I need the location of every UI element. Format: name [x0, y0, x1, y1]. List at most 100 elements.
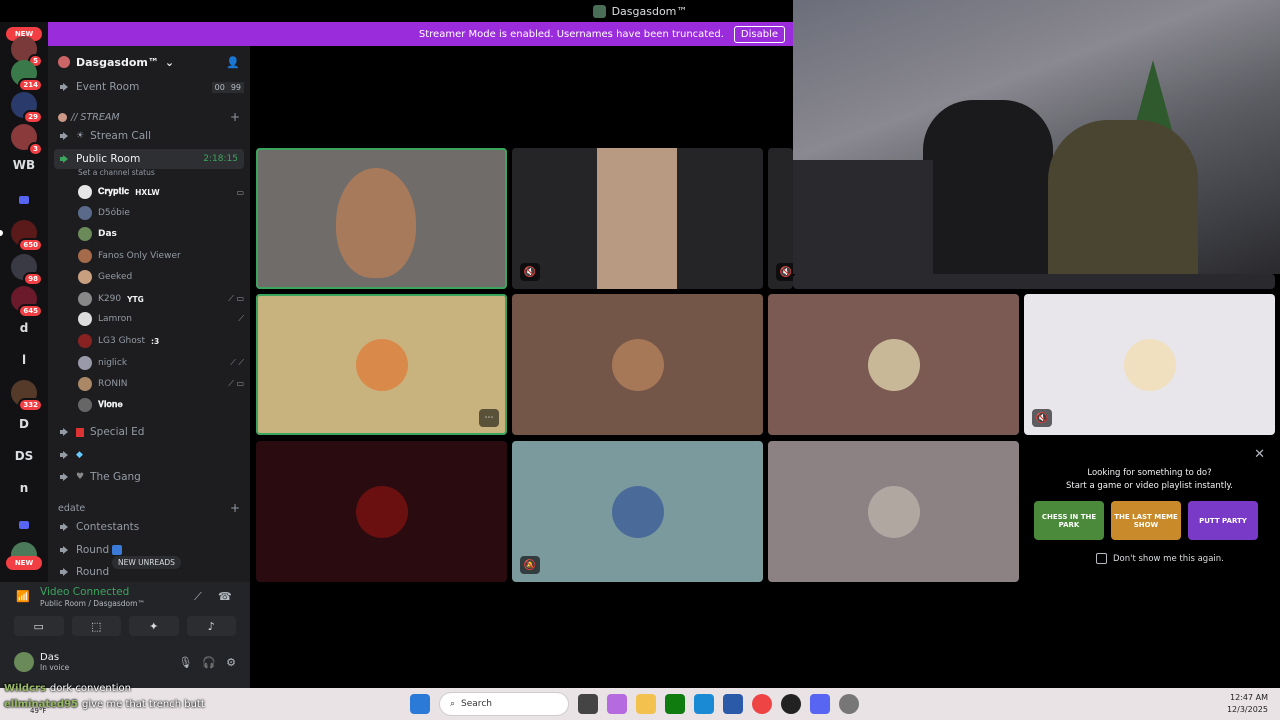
- avatar: [611, 338, 664, 391]
- channel-stream-call[interactable]: ☀ Stream Call: [54, 126, 244, 146]
- voice-member[interactable]: 𝐂𝐫𝐲𝐩𝐭𝐢𝐜 HXLW ▭: [78, 182, 244, 202]
- windows-start-icon[interactable]: [410, 694, 430, 714]
- voice-member[interactable]: Fanos Only Viewer: [78, 246, 244, 266]
- channel-public-room[interactable]: Public Room 2:18:15: [54, 149, 244, 169]
- channel-contestants[interactable]: Contestants: [54, 517, 244, 537]
- video-tile-camera-2[interactable]: 🔇: [512, 148, 763, 289]
- server-icon-6[interactable]: 98: [11, 254, 43, 286]
- participant-tile-4[interactable]: 🔇: [1024, 294, 1275, 435]
- noise-suppression-icon[interactable]: ⟋: [194, 590, 202, 604]
- folder-icon[interactable]: [11, 187, 37, 213]
- close-icon[interactable]: ✕: [1254, 447, 1265, 462]
- member-name: RONIN: [98, 379, 128, 389]
- guild-header[interactable]: Dasgasdom™ ⌄ 👤: [48, 46, 250, 78]
- edge-icon[interactable]: [694, 694, 714, 714]
- participant-tile-2[interactable]: [512, 294, 763, 435]
- participant-tile-7[interactable]: [768, 441, 1019, 582]
- add-channel-icon[interactable]: +: [230, 110, 240, 124]
- camera-off-icon[interactable]: ▭: [14, 616, 64, 636]
- voice-actions: ▭ ⬚ ✦ ♪: [14, 616, 236, 636]
- category-edate[interactable]: edate: [58, 503, 85, 514]
- member-status-icons: ⟋ ⟋: [230, 358, 244, 367]
- chrome-icon[interactable]: [752, 694, 772, 714]
- participant-tile-1[interactable]: ⋯: [256, 294, 507, 435]
- channel-special-ed[interactable]: Special Ed: [54, 422, 244, 442]
- discord-icon[interactable]: [810, 694, 830, 714]
- store-icon[interactable]: [723, 694, 743, 714]
- obs-icon[interactable]: [781, 694, 801, 714]
- soundboard-icon[interactable]: ♪: [186, 616, 236, 636]
- headphones-icon[interactable]: 🎧: [202, 656, 216, 669]
- copilot-icon[interactable]: [607, 694, 627, 714]
- settings-icon[interactable]: [839, 694, 859, 714]
- server-icon-1[interactable]: 5: [11, 36, 43, 68]
- server-l[interactable]: l: [11, 347, 37, 373]
- task-view-icon[interactable]: [578, 694, 598, 714]
- activity-chess[interactable]: CHESS IN THE PARK: [1034, 501, 1104, 540]
- voice-member[interactable]: Geeked: [78, 267, 244, 287]
- folder-icon[interactable]: [11, 512, 37, 538]
- signal-icon[interactable]: 📶: [16, 590, 30, 604]
- server-icon-7[interactable]: 645: [11, 286, 43, 318]
- channel-event-room[interactable]: Event Room 00 99: [54, 77, 244, 97]
- screen-share-icon[interactable]: ⬚: [71, 616, 121, 636]
- taskbar-search[interactable]: ⌕ Search: [439, 692, 569, 716]
- voice-status[interactable]: Video Connected: [40, 586, 129, 598]
- disable-streamer-mode-button[interactable]: Disable: [733, 25, 785, 43]
- member-status-icons: ⟋ ▭: [228, 379, 244, 388]
- voice-member[interactable]: Das: [78, 224, 244, 244]
- xbox-icon[interactable]: [665, 694, 685, 714]
- participant-tile-5[interactable]: [256, 441, 507, 582]
- voice-member[interactable]: RONIN ⟋ ▭: [78, 374, 244, 394]
- server-icon-5[interactable]: 650: [11, 220, 43, 252]
- server-d[interactable]: d: [11, 315, 37, 341]
- heart-icon: ♥: [76, 472, 85, 482]
- voice-member[interactable]: Lamron ⟋: [78, 309, 244, 329]
- file-explorer-icon[interactable]: [636, 694, 656, 714]
- new-unreads-pill[interactable]: NEW UNREADS: [112, 556, 181, 569]
- add-channel-icon[interactable]: +: [230, 501, 240, 515]
- disconnect-icon[interactable]: ☎: [218, 590, 232, 603]
- avatar: [78, 312, 92, 326]
- voice-channel-path[interactable]: Public Room / Dasgasdom™: [40, 599, 145, 608]
- server-icon-3[interactable]: 29: [11, 92, 43, 124]
- dont-show-again[interactable]: Don't show me this again.: [1096, 553, 1224, 564]
- server-badge: 214: [18, 78, 43, 92]
- activity-last-meme-show[interactable]: THE LAST MEME SHOW: [1111, 501, 1181, 540]
- server-icon-8[interactable]: 332: [11, 380, 43, 412]
- speaker-icon: [60, 545, 70, 555]
- new-pill-bottom[interactable]: NEW: [6, 556, 42, 570]
- server-ds[interactable]: DS: [11, 443, 37, 469]
- invite-icon[interactable]: 👤: [226, 56, 240, 69]
- activity-putt-party[interactable]: PUTT PARTY: [1188, 501, 1258, 540]
- server-wb[interactable]: WB: [11, 152, 37, 178]
- channel-gem[interactable]: ◆: [54, 445, 244, 465]
- category-stream[interactable]: // STREAM: [58, 112, 120, 123]
- checkbox[interactable]: [1096, 553, 1107, 564]
- video-tile-camera-1[interactable]: [256, 148, 507, 289]
- member-status-icons: ▭: [236, 187, 244, 197]
- voice-member[interactable]: K290 YTG ⟋ ▭: [78, 289, 244, 309]
- participant-tile-6[interactable]: 🔕: [512, 441, 763, 582]
- voice-member[interactable]: D5óbie: [78, 203, 244, 223]
- server-icon-2[interactable]: 214: [11, 60, 43, 92]
- channel-the-gang[interactable]: ♥ The Gang: [54, 467, 244, 487]
- more-options-icon[interactable]: ⋯: [479, 409, 499, 427]
- member-status-icons: ⟋: [238, 314, 244, 323]
- mic-icon[interactable]: 🎙: [178, 656, 192, 669]
- system-clock[interactable]: 12:47 AM 12/3/2025: [1227, 692, 1268, 716]
- channel-status[interactable]: Set a channel status: [78, 168, 155, 177]
- server-D[interactable]: D: [11, 411, 37, 437]
- deafened-icon: 🔕: [520, 556, 540, 574]
- voice-member[interactable]: niglick ⟋ ⟋: [78, 353, 244, 373]
- participant-tile-3[interactable]: [768, 294, 1019, 435]
- video-tile-camera-3[interactable]: 🔇: [768, 148, 793, 289]
- settings-gear-icon[interactable]: ⚙: [226, 656, 236, 669]
- voice-member[interactable]: LG3 Ghost:3: [78, 331, 244, 351]
- server-icon-4[interactable]: 3: [11, 124, 43, 156]
- server-n[interactable]: n: [11, 475, 37, 501]
- user-panel[interactable]: Das In voice: [14, 652, 69, 672]
- sun-icon: ☀: [76, 131, 85, 141]
- voice-member[interactable]: 𝐕𝐥𝐨𝐧𝐞: [78, 395, 244, 415]
- activities-icon[interactable]: ✦: [129, 616, 179, 636]
